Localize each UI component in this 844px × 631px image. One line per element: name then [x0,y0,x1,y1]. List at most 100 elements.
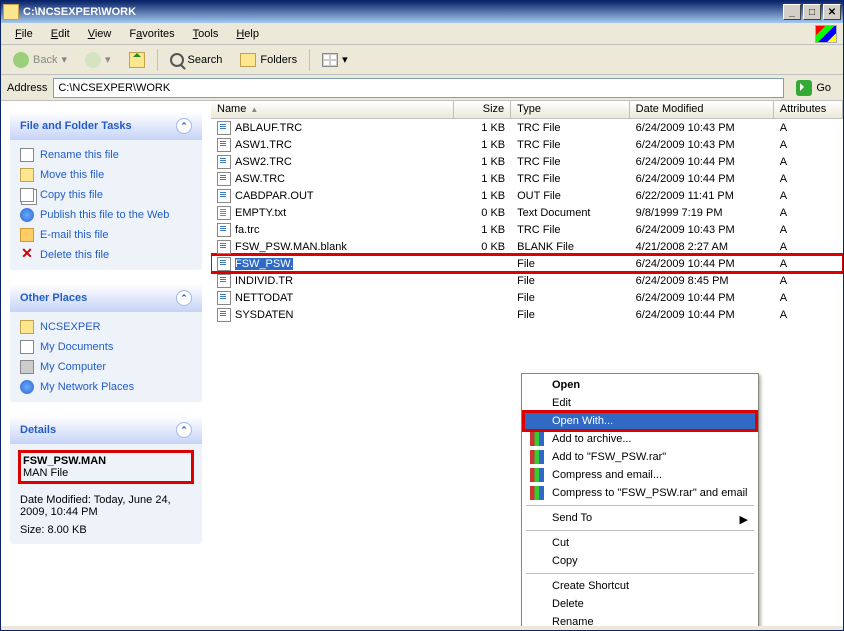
file-type: File [511,291,630,305]
file-row[interactable]: ASW1.TRC1 KBTRC File6/24/2009 10:43 PMA [211,136,843,153]
file-attr: A [774,138,843,152]
task-move[interactable]: Move this file [20,168,192,182]
menu-favorites[interactable]: Favorites [121,26,182,42]
place-ncsexper[interactable]: NCSEXPER [20,320,192,334]
folders-button[interactable]: Folders [234,51,303,69]
file-date: 6/22/2009 11:41 PM [630,189,774,203]
file-row[interactable]: CABDPAR.OUT1 KBOUT File6/22/2009 11:41 P… [211,187,843,204]
file-row[interactable]: SYSDATENFile6/24/2009 10:44 PMA [211,306,843,323]
details-filename: FSW_PSW.MAN [23,455,189,467]
minimize-button[interactable]: _ [783,4,801,20]
ctx-open[interactable]: Open [524,376,756,394]
file-name: FSW_PSW.MAN.blank [235,241,347,253]
ctx-send-to[interactable]: Send To▶ [524,509,756,527]
ctx-rename[interactable]: Rename [524,613,756,626]
file-date: 6/24/2009 10:44 PM [630,155,774,169]
details-modified: Date Modified: Today, June 24, 2009, 10:… [20,494,192,518]
task-copy[interactable]: Copy this file [20,188,192,202]
address-input[interactable] [53,78,784,98]
go-button[interactable]: Go [790,78,837,98]
task-email[interactable]: E-mail this file [20,228,192,242]
file-name: NETTODAT [235,292,293,304]
place-mydocuments[interactable]: My Documents [20,340,192,354]
file-name: SYSDATEN [235,309,293,321]
task-delete[interactable]: ✕Delete this file [20,248,192,262]
col-date[interactable]: Date Modified [630,101,774,118]
file-row[interactable]: NETTODATFile6/24/2009 10:44 PMA [211,289,843,306]
back-button[interactable]: Back ▾ [7,50,73,70]
ctx-edit[interactable]: Edit [524,394,756,412]
folder-icon [20,320,34,334]
chevron-up-icon[interactable]: ⌃ [176,290,192,306]
file-name: INDIVID.TR [235,275,293,287]
ctx-compress-email[interactable]: Compress and email... [524,466,756,484]
ctx-open-with[interactable]: Open With... [524,412,756,430]
close-button[interactable]: ✕ [823,4,841,20]
titlebar[interactable]: C:\NCSEXPER\WORK _ □ ✕ [1,1,843,23]
file-type: Text Document [511,206,630,220]
place-network[interactable]: My Network Places [20,380,192,394]
ctx-add-archive[interactable]: Add to archive... [524,430,756,448]
task-rename[interactable]: Rename this file [20,148,192,162]
back-icon [13,52,29,68]
file-size: 1 KB [454,223,511,237]
up-button[interactable] [123,50,151,70]
file-type: File [511,257,630,271]
task-publish[interactable]: Publish this file to the Web [20,208,192,222]
maximize-button[interactable]: □ [803,4,821,20]
file-row[interactable]: INDIVID.TRFile6/24/2009 8:45 PMA [211,272,843,289]
chevron-up-icon[interactable]: ⌃ [176,422,192,438]
file-row[interactable]: EMPTY.txt0 KBText Document9/8/1999 7:19 … [211,204,843,221]
place-mycomputer[interactable]: My Computer [20,360,192,374]
panel-header[interactable]: Other Places⌃ [10,284,202,312]
panel-header[interactable]: File and Folder Tasks⌃ [10,112,202,140]
file-type: TRC File [511,138,630,152]
archive-icon [530,486,544,500]
file-attr: A [774,240,843,254]
file-row[interactable]: ASW.TRC1 KBTRC File6/24/2009 10:44 PMA [211,170,843,187]
file-icon [217,206,231,220]
col-type[interactable]: Type [511,101,630,118]
ctx-shortcut[interactable]: Create Shortcut [524,577,756,595]
menu-tools[interactable]: Tools [185,26,227,42]
ctx-compress-to-email[interactable]: Compress to "FSW_PSW.rar" and email [524,484,756,502]
computer-icon [20,360,34,374]
ctx-cut[interactable]: Cut [524,534,756,552]
col-name[interactable]: Name▲ [211,101,454,118]
chevron-right-icon: ▶ [740,513,748,526]
ctx-copy[interactable]: Copy [524,552,756,570]
ctx-add-to[interactable]: Add to "FSW_PSW.rar" [524,448,756,466]
views-button[interactable]: ▾ [316,51,354,69]
file-attr: A [774,274,843,288]
statusbar [1,626,843,630]
file-size: 0 KB [454,240,511,254]
col-attr[interactable]: Attributes [774,101,843,118]
file-size: 1 KB [454,138,511,152]
chevron-up-icon[interactable]: ⌃ [176,118,192,134]
file-row[interactable]: ASW2.TRC1 KBTRC File6/24/2009 10:44 PMA [211,153,843,170]
file-attr: A [774,206,843,220]
file-attr: A [774,189,843,203]
file-attr: A [774,121,843,135]
column-headers: Name▲ Size Type Date Modified Attributes [211,101,843,119]
file-row[interactable]: FSW_PSW.File6/24/2009 10:44 PMA [211,255,843,272]
search-button[interactable]: Search [164,51,229,69]
file-row[interactable]: FSW_PSW.MAN.blank0 KBBLANK File4/21/2008… [211,238,843,255]
file-row[interactable]: ABLAUF.TRC1 KBTRC File6/24/2009 10:43 PM… [211,119,843,136]
menu-file[interactable]: File [7,26,41,42]
file-name: ASW.TRC [235,173,285,185]
file-icon [217,155,231,169]
details-size: Size: 8.00 KB [20,524,192,536]
menu-edit[interactable]: Edit [43,26,78,42]
menu-view[interactable]: View [80,26,120,42]
ctx-delete[interactable]: Delete [524,595,756,613]
file-type: BLANK File [511,240,630,254]
panel-header[interactable]: Details⌃ [10,416,202,444]
file-name: ASW2.TRC [235,156,292,168]
col-size[interactable]: Size [454,101,511,118]
menu-help[interactable]: Help [228,26,267,42]
file-row[interactable]: fa.trc1 KBTRC File6/24/2009 10:43 PMA [211,221,843,238]
file-name: EMPTY.txt [235,207,286,219]
explorer-window: C:\NCSEXPER\WORK _ □ ✕ File Edit View Fa… [0,0,844,631]
menubar: File Edit View Favorites Tools Help [1,23,843,45]
